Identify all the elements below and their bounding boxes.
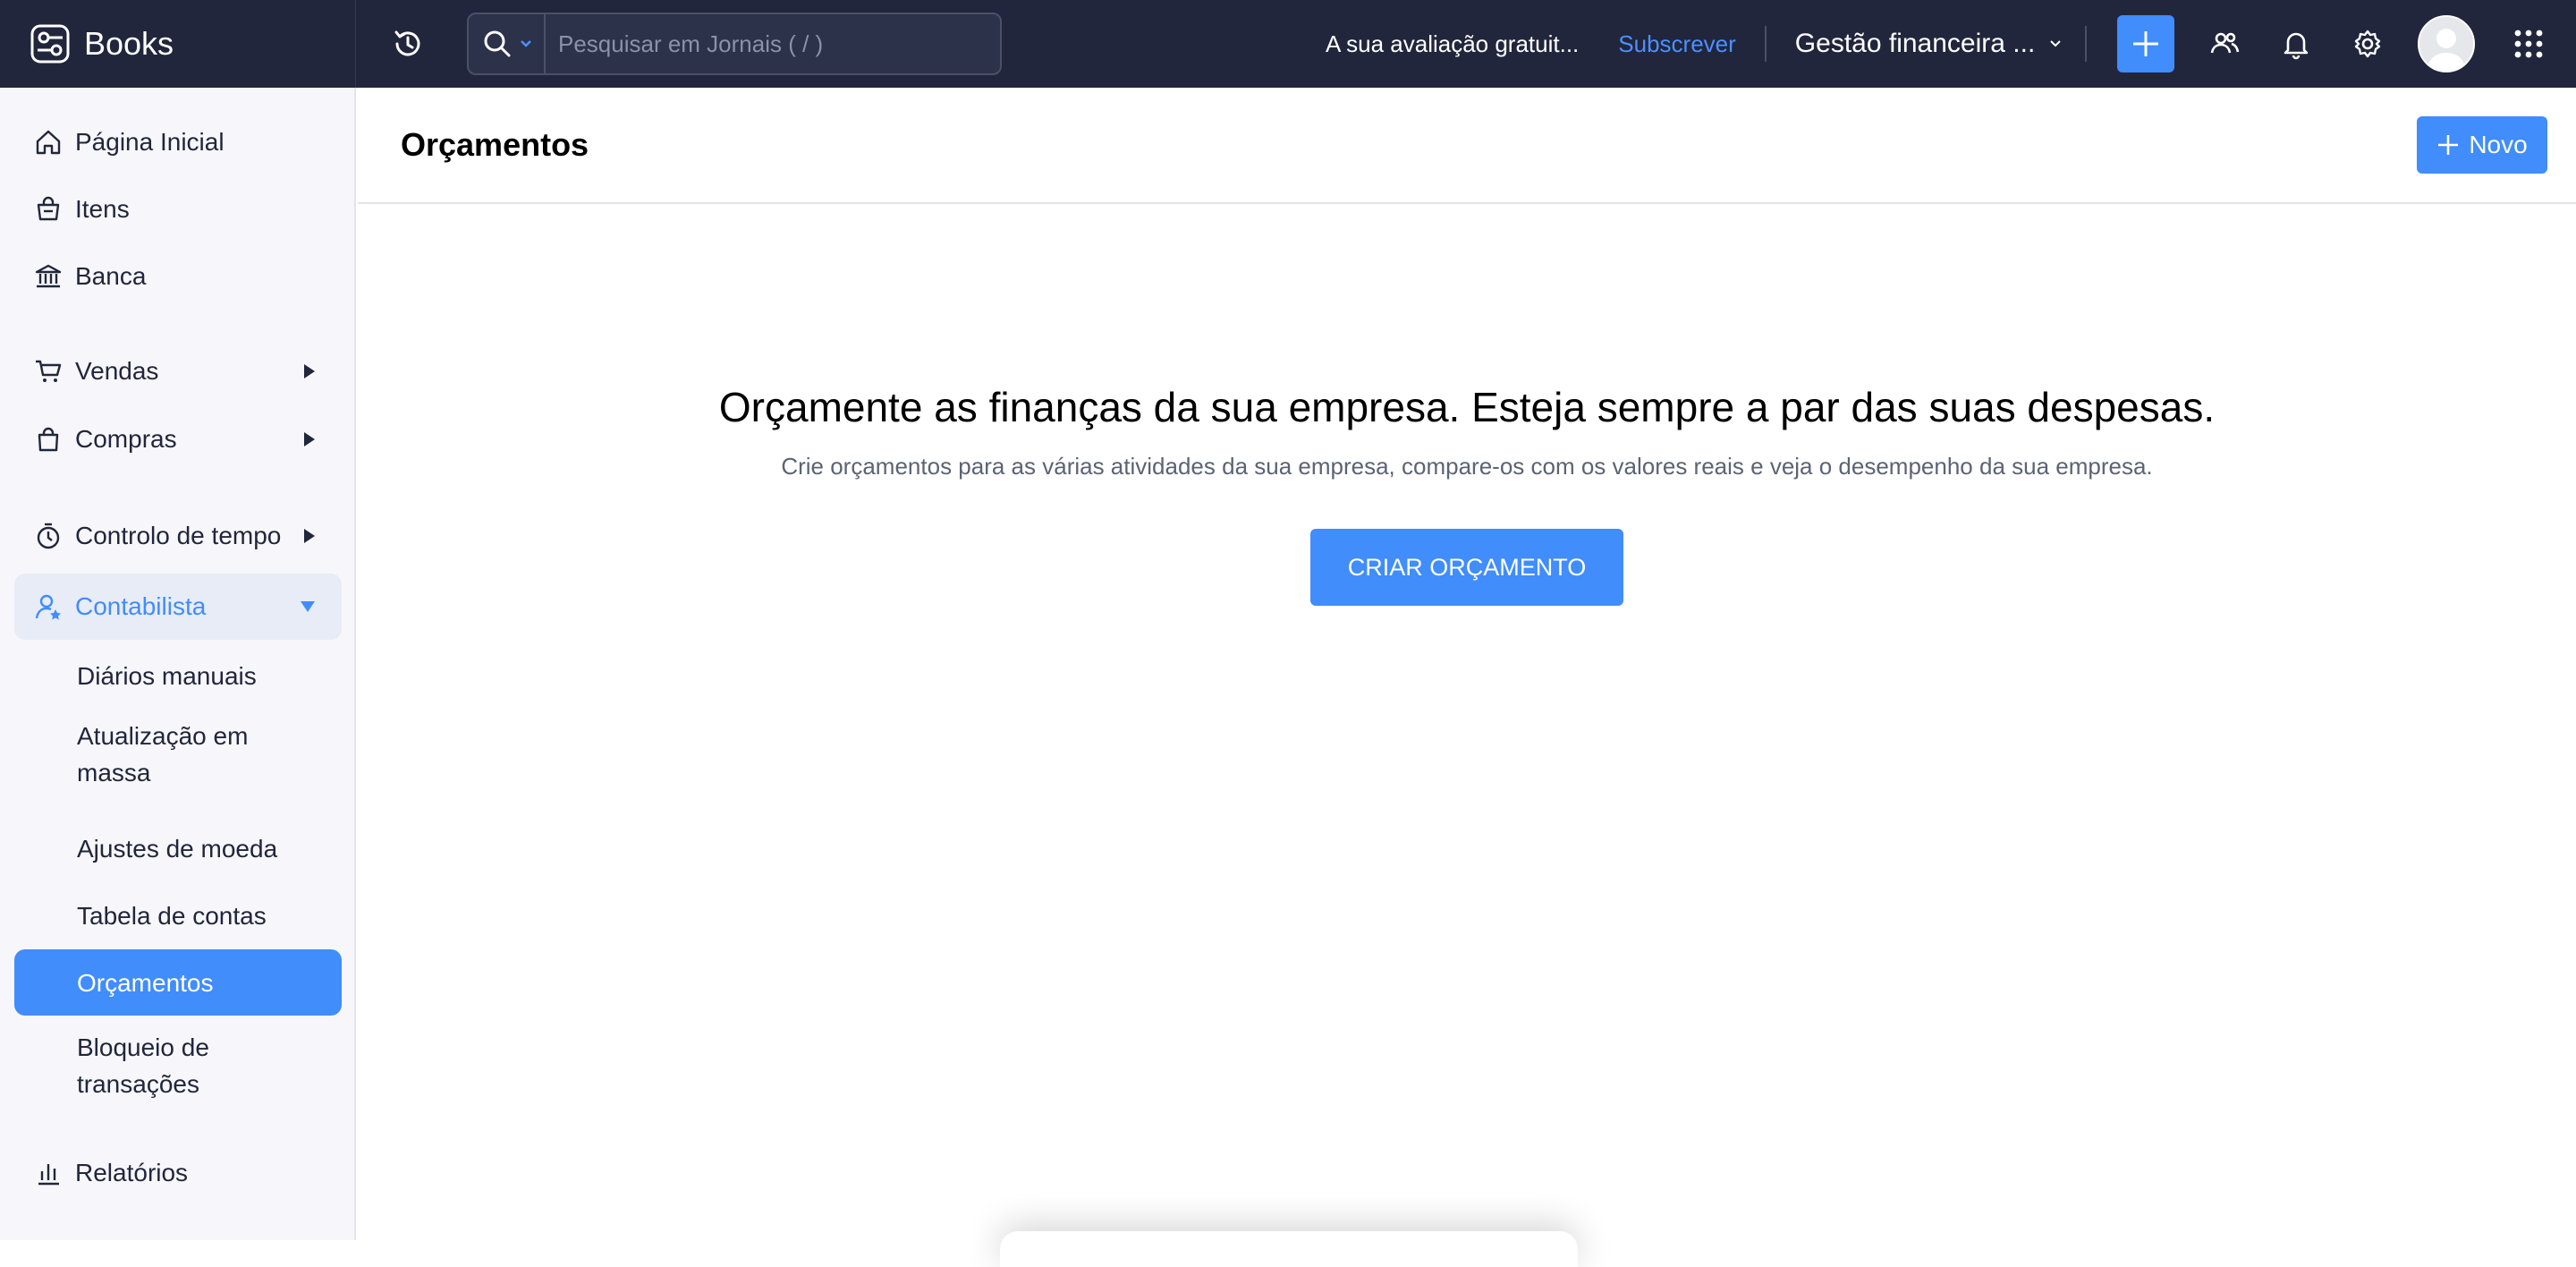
- search-icon: [484, 30, 511, 57]
- users-icon: [2210, 32, 2240, 54]
- sidebar-item-home[interactable]: Página Inicial: [14, 109, 342, 175]
- plus-icon: [2133, 31, 2159, 56]
- settings-button[interactable]: [2346, 22, 2389, 65]
- brand[interactable]: Books: [0, 0, 356, 88]
- subscribe-link[interactable]: Subscrever: [1618, 30, 1736, 58]
- accountant-icon: [32, 591, 64, 623]
- history-icon: [394, 30, 420, 56]
- divider: [2085, 26, 2088, 62]
- sidebar-item-sales[interactable]: Vendas: [14, 338, 342, 404]
- sidebar-item-accountant[interactable]: Contabilista: [14, 574, 342, 640]
- user-avatar-icon: [2419, 17, 2474, 71]
- sidebar-subitem-currency-adjustments[interactable]: Ajustes de moeda: [14, 815, 342, 881]
- avatar[interactable]: [2418, 15, 2476, 72]
- sidebar-item-label: Orçamentos: [77, 968, 214, 997]
- home-icon: [32, 126, 64, 158]
- sidebar-item-label: Ajustes de moeda: [77, 834, 278, 863]
- sidebar-subitem-chart-of-accounts[interactable]: Tabela de contas: [14, 882, 342, 948]
- top-bar: Books A sua avaliação gratuit... Subscre…: [0, 0, 2576, 88]
- sidebar-item-items[interactable]: Itens: [14, 176, 342, 242]
- refer-users-button[interactable]: [2203, 22, 2246, 65]
- sidebar-item-time-tracking[interactable]: Controlo de tempo: [14, 503, 342, 569]
- empty-state-description: Crie orçamentos para as várias atividade…: [781, 453, 2153, 480]
- apps-grid-icon: [2514, 30, 2543, 58]
- sidebar-item-purchases[interactable]: Compras: [14, 406, 342, 472]
- books-logo-icon: [30, 24, 70, 64]
- sidebar-item-label: Compras: [75, 425, 177, 453]
- empty-state-headline: Orçamente as finanças da sua empresa. Es…: [718, 384, 2216, 430]
- page-title: Orçamentos: [401, 126, 589, 163]
- search-scope-button[interactable]: [469, 14, 546, 73]
- sidebar-item-label: Controlo de tempo: [75, 522, 282, 549]
- new-budget-button[interactable]: Novo: [2417, 116, 2547, 174]
- sidebar-subitem-bulk-update[interactable]: Atualização em massa: [14, 714, 342, 795]
- gear-icon: [2355, 30, 2381, 58]
- main-content: Orçamentos Novo Orçamente as finanças da…: [358, 88, 2576, 1240]
- caret-down-icon: [301, 601, 315, 612]
- app-launcher-button[interactable]: [2507, 22, 2550, 65]
- bar-chart-icon: [32, 1157, 64, 1189]
- sidebar-item-label: Relatórios: [75, 1159, 189, 1186]
- trial-status: A sua avaliação gratuit...: [1326, 30, 1580, 57]
- bottom-popover: [1000, 1231, 1578, 1267]
- bank-icon: [32, 260, 64, 293]
- sidebar-item-label: Contabilista: [75, 592, 207, 620]
- sidebar-item-label: massa: [77, 759, 151, 787]
- app-name: Books: [84, 25, 174, 62]
- sidebar-item-label: Diários manuais: [77, 661, 257, 690]
- sidebar-item-label: Bloqueio de: [77, 1033, 209, 1061]
- sidebar-subitem-budgets[interactable]: Orçamentos: [14, 949, 342, 1016]
- notifications-button[interactable]: [2275, 22, 2318, 65]
- sidebar-item-label: Atualização em: [77, 722, 249, 750]
- sidebar-subitem-manual-journals[interactable]: Diários manuais: [14, 642, 342, 709]
- chevron-down-icon: [2050, 40, 2061, 47]
- sidebar: Página Inicial Itens Banca Vendas Compra…: [0, 88, 356, 1240]
- caret-right-icon: [304, 529, 315, 543]
- sidebar-item-label: Vendas: [75, 357, 159, 385]
- search-input[interactable]: [546, 14, 1000, 73]
- chevron-down-icon: [521, 40, 531, 47]
- caret-right-icon: [304, 364, 315, 378]
- organization-name: Gestão financeira ...: [1794, 29, 2036, 58]
- organization-switcher[interactable]: Gestão financeira ...: [1795, 29, 2063, 59]
- sidebar-item-label: Página Inicial: [75, 128, 225, 156]
- caret-right-icon: [304, 432, 315, 446]
- divider: [1764, 26, 1767, 62]
- recent-activity-button[interactable]: [386, 22, 429, 65]
- empty-state: Orçamente as finanças da sua empresa. Es…: [358, 383, 2576, 606]
- sidebar-item-label: transações: [77, 1070, 199, 1098]
- create-budget-button[interactable]: CRIAR ORÇAMENTO: [1310, 529, 1623, 606]
- page-header: Orçamentos Novo: [358, 88, 2576, 204]
- sidebar-item-label: Itens: [75, 195, 130, 223]
- cart-icon: [32, 355, 64, 387]
- new-button-label: Novo: [2469, 131, 2528, 158]
- basket-icon: [32, 193, 64, 225]
- sidebar-item-label: Banca: [75, 262, 147, 290]
- plus-icon: [2436, 133, 2460, 157]
- shopping-bag-icon: [32, 423, 64, 455]
- bell-icon: [2284, 32, 2309, 60]
- sidebar-subitem-transaction-lock[interactable]: Bloqueio de transações: [14, 1025, 342, 1106]
- sidebar-item-label: Tabela de contas: [77, 901, 267, 930]
- sidebar-item-banking[interactable]: Banca: [14, 243, 342, 310]
- stopwatch-icon: [32, 520, 64, 552]
- sidebar-item-reports[interactable]: Relatórios: [14, 1140, 342, 1206]
- search-box: [467, 13, 1002, 75]
- quick-create-button[interactable]: [2117, 15, 2175, 72]
